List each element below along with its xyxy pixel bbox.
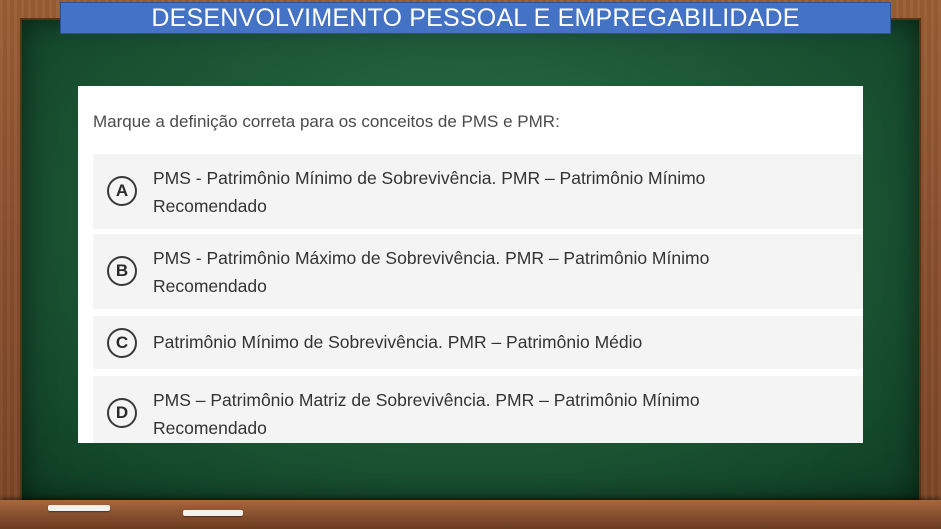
option-letter-badge: D [107,398,137,428]
quiz-card: Marque a definição correta para os conce… [78,86,863,443]
option-text: PMS - Patrimônio Máximo de Sobrevivência… [153,248,710,296]
option-text: PMS - Patrimônio Mínimo de Sobrevivência… [153,168,706,216]
option-a[interactable]: A PMS - Patrimônio Mínimo de Sobrevivênc… [93,154,863,229]
option-letter-badge: A [107,176,137,206]
option-text: Patrimônio Mínimo de Sobrevivência. PMR … [153,332,643,352]
chalk-tray [0,500,941,529]
option-b[interactable]: B PMS - Patrimônio Máximo de Sobrevivênc… [93,234,863,309]
option-letter-badge: C [107,328,137,358]
chalk-piece [48,505,110,511]
chalk-piece [183,510,243,516]
option-c[interactable]: C Patrimônio Mínimo de Sobrevivência. PM… [93,316,863,369]
question-prompt: Marque a definição correta para os conce… [93,112,560,131]
option-letter-badge: B [107,256,137,286]
title-banner: DESENVOLVIMENTO PESSOAL E EMPREGABILIDAD… [60,2,891,34]
option-text: PMS – Patrimônio Matriz de Sobrevivência… [153,390,700,438]
page-title: DESENVOLVIMENTO PESSOAL E EMPREGABILIDAD… [151,3,800,32]
option-d[interactable]: D PMS – Patrimônio Matriz de Sobrevivênc… [93,376,863,443]
